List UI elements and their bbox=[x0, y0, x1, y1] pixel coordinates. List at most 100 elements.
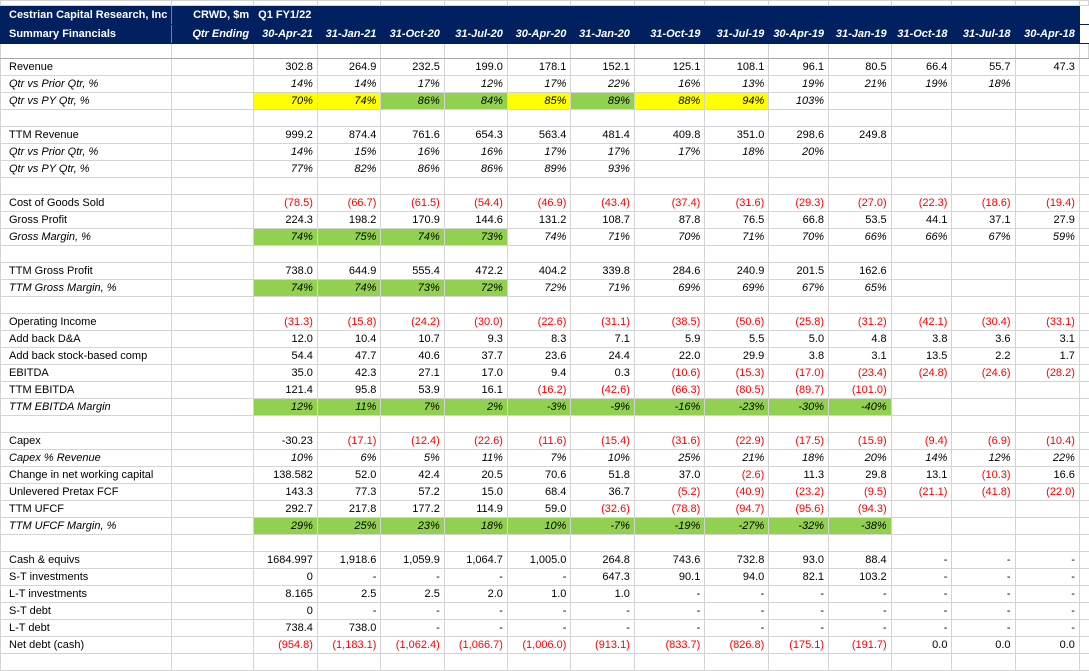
value-cell[interactable]: 21% bbox=[704, 449, 770, 467]
value-cell[interactable] bbox=[633, 160, 706, 178]
value-cell[interactable] bbox=[253, 109, 318, 127]
value-cell[interactable] bbox=[951, 296, 1016, 314]
value-cell[interactable]: 10.4 bbox=[316, 330, 382, 348]
value-cell[interactable]: - bbox=[506, 568, 572, 586]
value-cell[interactable]: - bbox=[828, 585, 892, 603]
value-cell[interactable]: 17.0 bbox=[443, 364, 508, 382]
value-cell[interactable]: 108.7 bbox=[570, 211, 635, 229]
value-cell[interactable] bbox=[443, 245, 508, 263]
qtr-ending-label[interactable]: Qtr Ending bbox=[171, 24, 255, 44]
value-cell[interactable]: (24.2) bbox=[380, 313, 445, 331]
value-cell[interactable]: - bbox=[570, 619, 635, 637]
value-cell[interactable]: 999.2 bbox=[253, 126, 318, 144]
empty-cell[interactable] bbox=[1078, 313, 1089, 331]
column-header-date[interactable]: 31-Jan-21 bbox=[316, 24, 382, 44]
value-cell[interactable]: 20.5 bbox=[443, 466, 508, 484]
value-cell[interactable]: 201.5 bbox=[768, 262, 830, 280]
value-cell[interactable]: 82.1 bbox=[768, 568, 830, 586]
row-label[interactable] bbox=[0, 177, 173, 195]
value-cell[interactable]: (89.7) bbox=[768, 381, 830, 399]
empty-cell[interactable] bbox=[171, 483, 255, 501]
value-cell[interactable] bbox=[768, 177, 830, 195]
value-cell[interactable]: 65% bbox=[828, 279, 892, 297]
value-cell[interactable] bbox=[828, 160, 892, 178]
value-cell[interactable]: (12.4) bbox=[380, 432, 445, 450]
header-empty-cell[interactable] bbox=[951, 5, 1016, 25]
value-cell[interactable]: 264.9 bbox=[316, 58, 382, 76]
empty-cell[interactable] bbox=[1078, 415, 1089, 433]
value-cell[interactable]: 2.5 bbox=[380, 585, 445, 603]
value-cell[interactable]: (30.0) bbox=[443, 313, 508, 331]
row-label[interactable]: Qtr vs Prior Qtr, % bbox=[0, 75, 173, 93]
value-cell[interactable]: (16.2) bbox=[506, 381, 572, 399]
value-cell[interactable]: (826.8) bbox=[704, 636, 770, 654]
value-cell[interactable]: 88.4 bbox=[828, 551, 892, 569]
value-cell[interactable]: 138.582 bbox=[253, 466, 318, 484]
value-cell[interactable] bbox=[828, 143, 892, 161]
value-cell[interactable]: 874.4 bbox=[316, 126, 382, 144]
empty-cell[interactable] bbox=[171, 602, 255, 620]
value-cell[interactable]: 74% bbox=[316, 92, 382, 110]
row-label[interactable] bbox=[0, 534, 173, 552]
value-cell[interactable]: 121.4 bbox=[253, 381, 318, 399]
row-label[interactable]: TTM Gross Profit bbox=[0, 262, 173, 280]
empty-cell[interactable] bbox=[1078, 58, 1089, 76]
value-cell[interactable]: 71% bbox=[570, 279, 635, 297]
row-label[interactable] bbox=[0, 109, 173, 127]
value-cell[interactable]: (41.8) bbox=[951, 483, 1016, 501]
value-cell[interactable]: 20% bbox=[828, 449, 892, 467]
row-label[interactable] bbox=[0, 245, 173, 263]
column-header-date[interactable]: 31-Jan-19 bbox=[828, 24, 892, 44]
empty-cell[interactable] bbox=[1078, 517, 1089, 535]
value-cell[interactable]: 15.0 bbox=[443, 483, 508, 501]
value-cell[interactable]: - bbox=[1014, 585, 1080, 603]
value-cell[interactable]: (42.6) bbox=[570, 381, 635, 399]
row-label[interactable]: Add back stock-based comp bbox=[0, 347, 173, 365]
value-cell[interactable]: 302.8 bbox=[253, 58, 318, 76]
value-cell[interactable]: 66.4 bbox=[890, 58, 953, 76]
value-cell[interactable]: (9.4) bbox=[890, 432, 953, 450]
value-cell[interactable]: - bbox=[633, 585, 706, 603]
value-cell[interactable]: 25% bbox=[633, 449, 706, 467]
value-cell[interactable] bbox=[506, 415, 572, 433]
value-cell[interactable] bbox=[704, 534, 770, 552]
value-cell[interactable]: 72% bbox=[506, 279, 572, 297]
value-cell[interactable]: 217.8 bbox=[316, 500, 382, 518]
column-header-date[interactable]: 31-Oct-20 bbox=[380, 24, 445, 44]
value-cell[interactable]: 17% bbox=[570, 143, 635, 161]
value-cell[interactable]: 177.2 bbox=[380, 500, 445, 518]
value-cell[interactable]: 11% bbox=[443, 449, 508, 467]
value-cell[interactable]: (22.9) bbox=[704, 432, 770, 450]
empty-cell[interactable] bbox=[171, 245, 255, 263]
column-header-date[interactable]: 30-Apr-21 bbox=[253, 24, 318, 44]
value-cell[interactable]: (25.8) bbox=[768, 313, 830, 331]
value-cell[interactable]: (22.6) bbox=[443, 432, 508, 450]
value-cell[interactable]: 73% bbox=[380, 279, 445, 297]
empty-cell[interactable] bbox=[1078, 619, 1089, 637]
value-cell[interactable] bbox=[951, 398, 1016, 416]
value-cell[interactable]: 0.3 bbox=[570, 364, 635, 382]
row-label[interactable]: TTM Revenue bbox=[0, 126, 173, 144]
empty-cell[interactable] bbox=[1078, 585, 1089, 603]
empty-cell[interactable] bbox=[171, 313, 255, 331]
value-cell[interactable] bbox=[1014, 415, 1080, 433]
value-cell[interactable]: 162.6 bbox=[828, 262, 892, 280]
value-cell[interactable]: 732.8 bbox=[704, 551, 770, 569]
empty-cell[interactable] bbox=[171, 381, 255, 399]
row-label[interactable]: Unlevered Pretax FCF bbox=[0, 483, 173, 501]
value-cell[interactable] bbox=[316, 534, 382, 552]
value-cell[interactable] bbox=[253, 415, 318, 433]
row-label[interactable] bbox=[0, 653, 173, 671]
value-cell[interactable]: 743.6 bbox=[633, 551, 706, 569]
row-label[interactable]: TTM UFCF Margin, % bbox=[0, 517, 173, 535]
empty-cell[interactable] bbox=[171, 296, 255, 314]
value-cell[interactable]: (23.2) bbox=[768, 483, 830, 501]
value-cell[interactable] bbox=[1014, 177, 1080, 195]
value-cell[interactable] bbox=[316, 109, 382, 127]
value-cell[interactable] bbox=[828, 415, 892, 433]
value-cell[interactable] bbox=[316, 177, 382, 195]
value-cell[interactable]: 70% bbox=[633, 228, 706, 246]
value-cell[interactable] bbox=[951, 500, 1016, 518]
sheet-subtitle[interactable]: Summary Financials bbox=[0, 24, 173, 44]
value-cell[interactable] bbox=[704, 160, 770, 178]
